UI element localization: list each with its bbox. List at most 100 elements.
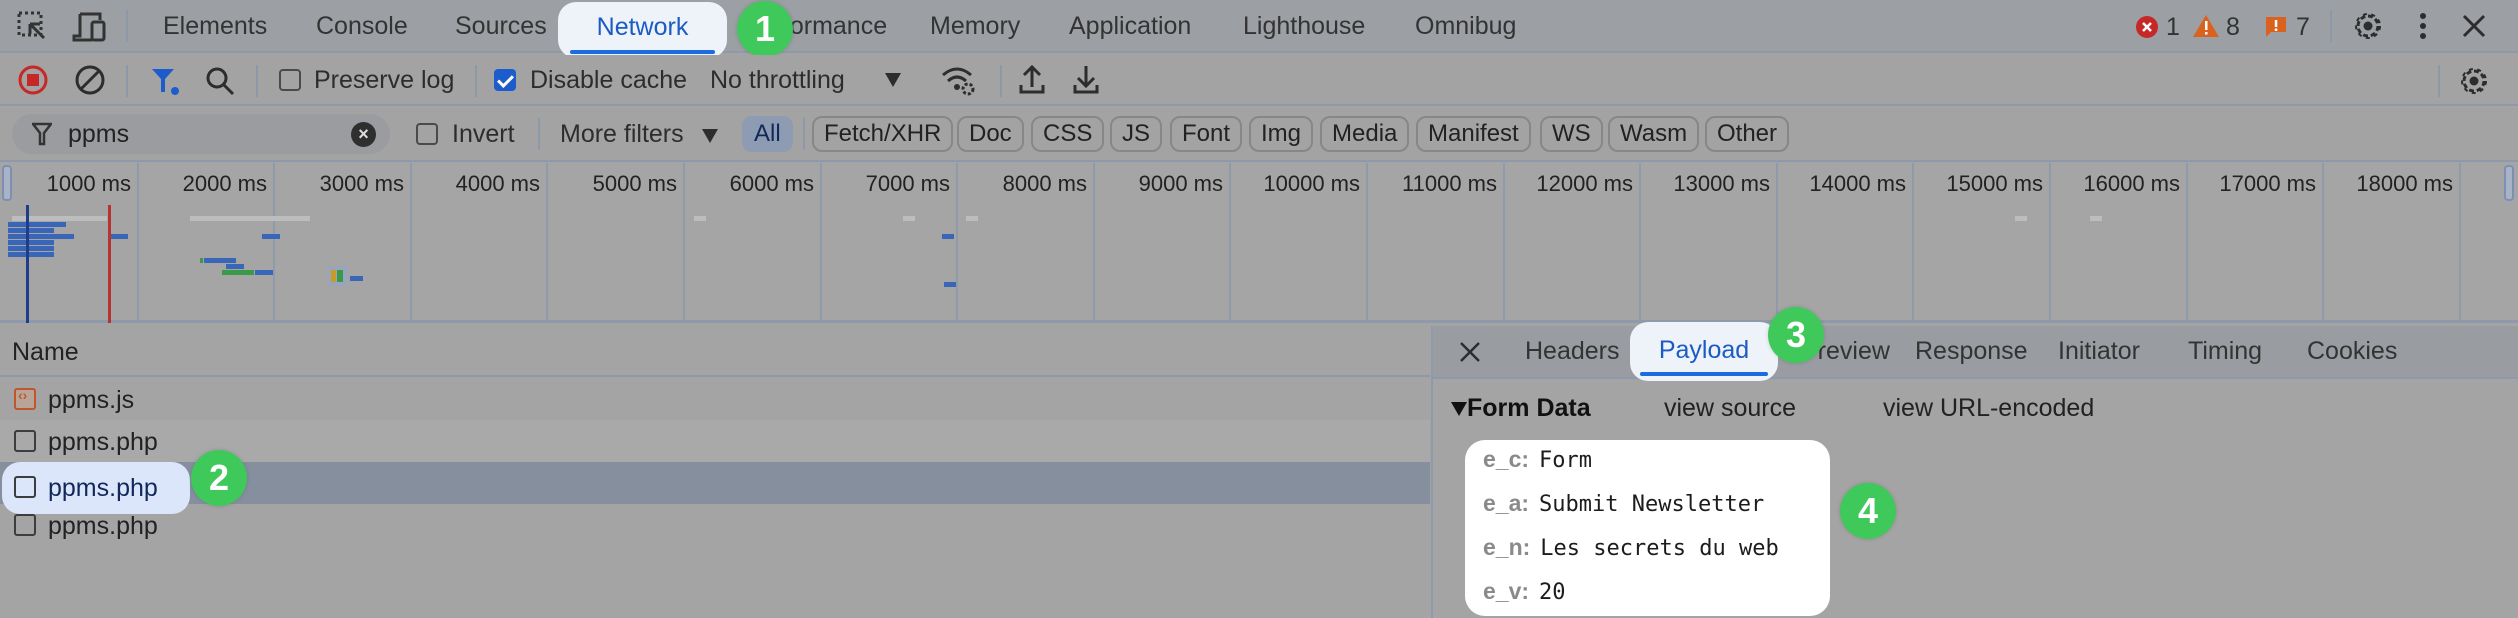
error-count[interactable]: 1 — [2166, 13, 2180, 42]
warning-count[interactable]: 8 — [2226, 13, 2240, 42]
divider — [256, 65, 258, 97]
tab-console[interactable]: Console — [316, 12, 408, 41]
close-details-icon[interactable] — [1459, 341, 1481, 363]
tab-initiator[interactable]: Initiator — [2058, 337, 2140, 366]
disable-cache-checkbox[interactable] — [494, 69, 516, 91]
timeline-overview[interactable]: 1000 ms 2000 ms 3000 ms 4000 ms 5000 ms 6000 … — [0, 163, 2518, 323]
form-data-value: Submit Newsletter — [1539, 492, 1765, 517]
collapse-triangle-icon[interactable] — [1451, 402, 1467, 416]
waterfall-bar — [255, 270, 273, 275]
more-filters-dropdown[interactable]: More filters — [560, 120, 684, 149]
tab-payload-label: Payload — [1658, 336, 1750, 364]
settings-icon[interactable] — [2352, 10, 2384, 42]
request-row[interactable]: ppms.php — [0, 504, 1430, 546]
timeline-tick-label: 17000 ms — [2219, 171, 2316, 196]
type-filter-all[interactable]: All — [742, 116, 793, 152]
record-stop-icon[interactable] — [17, 64, 49, 96]
network-settings-icon[interactable] — [2458, 65, 2490, 97]
tab-payload[interactable]: Payload — [1630, 322, 1778, 381]
tab-network[interactable]: Network — [558, 2, 727, 58]
type-filter-js[interactable]: JS — [1110, 116, 1163, 152]
request-name: ppms.js — [48, 386, 135, 414]
filter-input-value[interactable]: ppms — [68, 120, 129, 149]
tab-cookies[interactable]: Cookies — [2307, 337, 2397, 366]
disable-cache-label[interactable]: Disable cache — [530, 66, 687, 95]
waterfall-bar — [226, 264, 244, 269]
import-har-icon[interactable] — [1018, 63, 1046, 95]
issues-count[interactable]: 7 — [2296, 13, 2310, 42]
script-file-icon — [14, 387, 36, 410]
timeline-tick-label: 14000 ms — [1809, 171, 1906, 196]
device-toolbar-icon[interactable] — [72, 10, 108, 44]
chevron-down-icon[interactable] — [885, 73, 901, 87]
type-filter-fetch-xhr[interactable]: Fetch/XHR — [812, 116, 954, 152]
timeline-tick-label: 4000 ms — [455, 171, 540, 196]
view-source-link[interactable]: view source — [1664, 394, 1796, 423]
timeline-right-handle[interactable] — [2504, 165, 2514, 201]
name-column-label: Name — [12, 338, 79, 366]
clear-icon[interactable] — [74, 64, 106, 96]
clear-filter-icon[interactable]: × — [351, 122, 376, 147]
tab-timing[interactable]: Timing — [2188, 337, 2262, 366]
issues-icon[interactable] — [2265, 16, 2287, 38]
tab-sources[interactable]: Sources — [455, 12, 547, 41]
tab-application[interactable]: Application — [1069, 12, 1191, 41]
view-url-encoded-link[interactable]: view URL-encoded — [1883, 394, 2094, 423]
form-data-row: e_v: 20 — [1483, 578, 1566, 605]
funnel-icon — [32, 122, 52, 146]
invert-label[interactable]: Invert — [452, 120, 515, 149]
inspect-element-icon[interactable] — [16, 10, 50, 44]
throttling-select[interactable]: No throttling — [710, 66, 845, 95]
tab-memory[interactable]: Memory — [930, 12, 1020, 41]
timeline-tick-label: 2000 ms — [182, 171, 267, 196]
devtools-tab-bar: Elements Console Sources Performance Mem… — [0, 0, 2518, 53]
divider — [803, 118, 805, 150]
more-options-icon[interactable] — [2418, 12, 2428, 40]
type-filter-font[interactable]: Font — [1170, 116, 1243, 152]
close-devtools-icon[interactable] — [2462, 14, 2486, 38]
active-tab-underline — [570, 50, 715, 54]
type-filter-css[interactable]: CSS — [1031, 116, 1105, 152]
type-filter-img[interactable]: Img — [1249, 116, 1314, 152]
form-data-list: e_c: Form e_a: Submit Newsletter e_n: Les s… — [1465, 440, 1830, 616]
filter-input[interactable]: ppms × — [12, 114, 390, 154]
type-filter-other[interactable]: Other — [1705, 116, 1790, 152]
request-row[interactable]: ppms.js — [0, 378, 1430, 420]
type-filter-media[interactable]: Media — [1320, 116, 1410, 152]
type-filter-doc[interactable]: Doc — [957, 116, 1024, 152]
tab-lighthouse[interactable]: Lighthouse — [1243, 12, 1365, 41]
filter-icon[interactable] — [150, 65, 182, 97]
name-column-header[interactable]: Name — [0, 326, 1430, 377]
request-name: ppms.php — [48, 512, 158, 540]
type-filter-wasm[interactable]: Wasm — [1608, 116, 1700, 152]
tab-elements[interactable]: Elements — [163, 12, 267, 41]
search-icon[interactable] — [204, 65, 236, 97]
preserve-log-label[interactable]: Preserve log — [314, 66, 454, 95]
waterfall-bar — [966, 216, 978, 221]
tab-headers[interactable]: Headers — [1525, 337, 1620, 366]
form-data-key: e_c: — [1483, 446, 1530, 472]
preserve-log-checkbox[interactable] — [279, 69, 301, 91]
invert-checkbox[interactable] — [416, 123, 438, 145]
annotation-badge-2: 2 — [191, 450, 247, 506]
chevron-down-icon[interactable] — [702, 129, 718, 143]
tab-omnibug[interactable]: Omnibug — [1415, 12, 1516, 41]
timeline-tick-label: 7000 ms — [865, 171, 950, 196]
timeline-gridline — [2459, 163, 2461, 323]
waterfall-bar — [8, 234, 74, 239]
tab-response[interactable]: Response — [1915, 337, 2028, 366]
type-filter-manifest[interactable]: Manifest — [1416, 116, 1531, 152]
network-conditions-icon[interactable] — [940, 63, 976, 97]
type-filter-ws[interactable]: WS — [1540, 116, 1603, 152]
form-data-title[interactable]: Form Data — [1467, 394, 1591, 423]
selected-request-highlight[interactable]: ppms.php — [2, 462, 190, 514]
export-har-icon[interactable] — [1072, 63, 1100, 95]
error-icon[interactable] — [2136, 16, 2158, 38]
warning-icon[interactable] — [2193, 15, 2219, 37]
waterfall-bar — [8, 240, 54, 245]
waterfall-bar — [2015, 216, 2027, 221]
annotation-badge-1: 1 — [737, 1, 793, 57]
timeline-tick-label: 15000 ms — [1946, 171, 2043, 196]
timeline-tick-label: 11000 ms — [1402, 171, 1497, 196]
waterfall-bar — [903, 216, 915, 221]
